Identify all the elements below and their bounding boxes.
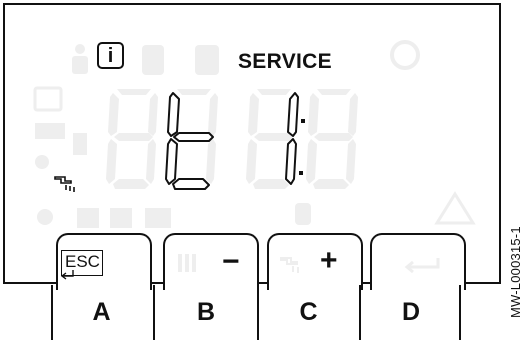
hot-water-tap-icon (54, 176, 75, 192)
key-letter-a: A (92, 298, 111, 326)
key-letter-c: C (299, 298, 318, 326)
softkey-plus[interactable]: + (267, 233, 363, 290)
softkey-minus[interactable]: − (163, 233, 259, 290)
colon-dots (299, 119, 305, 175)
reference-code: MW-L000315-1 (508, 226, 523, 318)
info-icon: i (97, 42, 124, 69)
softkey-enter[interactable] (370, 233, 466, 290)
enter-icon (404, 258, 440, 274)
lcd-display: i SERVICE ESC − + (3, 3, 501, 290)
back-arrow-icon (60, 270, 74, 280)
ghost-tap-icon (280, 257, 299, 273)
key-letter-b: B (196, 298, 216, 326)
key-letter-row: A B C D (51, 285, 461, 340)
divider (459, 285, 461, 340)
segment-readout (106, 89, 358, 190)
key-letter-d: D (401, 298, 421, 326)
softkey-esc[interactable]: ESC (56, 233, 152, 290)
ghost-radiator-icon (178, 254, 196, 272)
mode-label: SERVICE (238, 50, 332, 73)
minus-icon: − (222, 245, 240, 278)
plus-icon: + (320, 244, 338, 277)
